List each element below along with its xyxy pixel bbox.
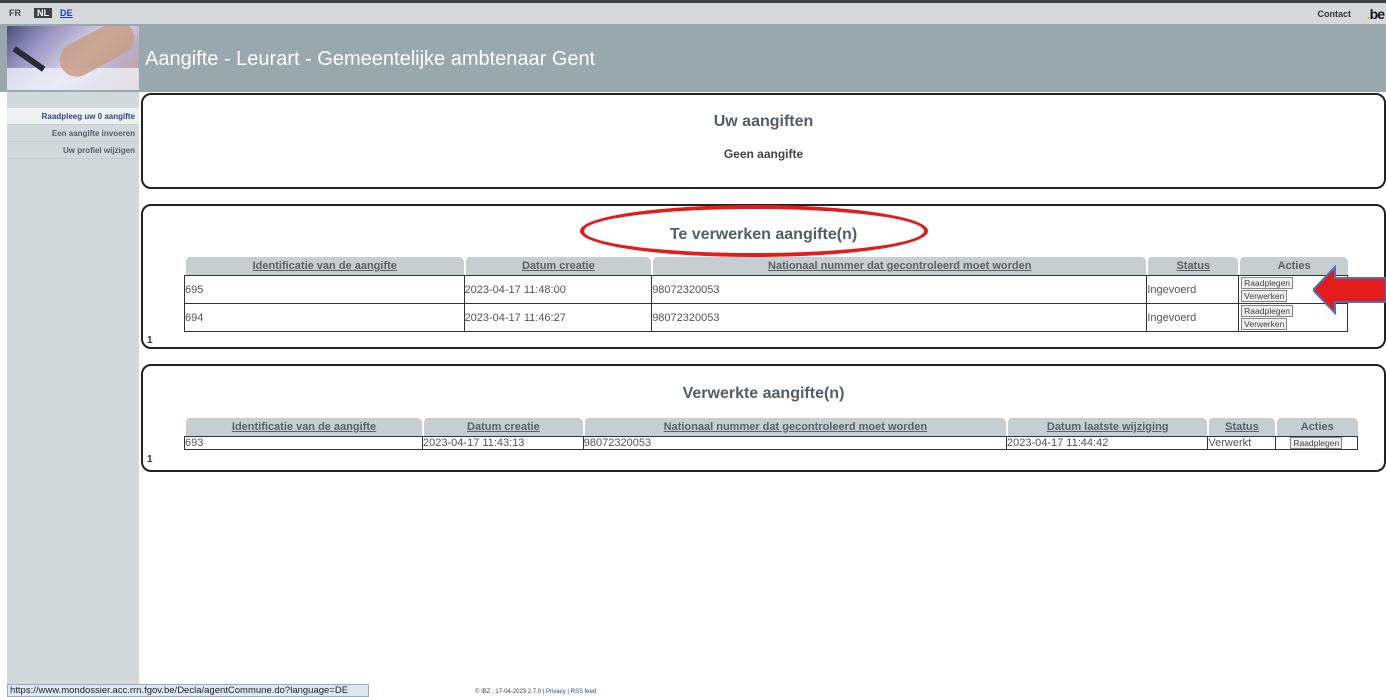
cell-date: 2023-04-17 11:46:27	[463, 304, 652, 332]
col-header[interactable]: Identificatie van de aangifte	[184, 257, 464, 275]
cell-id: 695	[184, 275, 464, 304]
cell-nn: 98072320053	[582, 436, 1006, 450]
col-header[interactable]: Datum creatie	[422, 418, 583, 436]
highlight-arrow-icon	[1313, 265, 1386, 315]
pending-table: Identificatie van de aangifte Datum crea…	[184, 257, 1348, 332]
cell-nn: 98072320053	[651, 304, 1147, 332]
panel-title: Uw aangiften	[713, 113, 814, 130]
be-logo-text: be	[1369, 6, 1385, 22]
footer-copyright: © IBZ : 17-04-2023 2.7.0 |	[475, 689, 545, 695]
col-header[interactable]: Datum creatie	[463, 257, 652, 275]
sidebar-item-consult[interactable]: Raadpleeg uw 0 aangifte	[7, 108, 139, 125]
consult-button[interactable]: Raadplegen	[1241, 305, 1294, 317]
be-logo: .be	[1366, 6, 1385, 22]
no-declaration-text: Geen aangifte	[723, 147, 804, 161]
table-row: 695 2023-04-17 11:48:00 98072320053 Inge…	[184, 275, 1348, 304]
status-bar-url: https://www.mondossier.acc.rrn.fgov.be/D…	[7, 684, 369, 697]
lang-fr-link[interactable]: FR	[9, 8, 21, 18]
table-row: 694 2023-04-17 11:46:27 98072320053 Inge…	[184, 304, 1348, 332]
col-header[interactable]: Nationaal nummer dat gecontroleerd moet …	[651, 257, 1147, 275]
lang-nl-link[interactable]: NL	[34, 8, 52, 18]
privacy-link[interactable]: Privacy	[546, 689, 566, 695]
pagination[interactable]: 1	[147, 335, 153, 346]
cell-nn: 98072320053	[651, 275, 1147, 304]
sidebar-item-new-declaration[interactable]: Een aangifte invoeren	[7, 125, 139, 142]
contact-link[interactable]: Contact	[1318, 9, 1352, 19]
cell-modified: 2023-04-17 11:44:42	[1005, 436, 1208, 450]
sidebar-item-profile[interactable]: Uw profiel wijzigen	[7, 142, 139, 159]
col-header: Acties	[1274, 418, 1358, 436]
cell-date: 2023-04-17 11:43:13	[422, 436, 583, 450]
cell-date: 2023-04-17 11:48:00	[463, 275, 652, 304]
process-button[interactable]: Verwerken	[1241, 290, 1288, 302]
top-bar: FR NL DE Contact .be	[0, 0, 1386, 24]
process-button[interactable]: Verwerken	[1241, 318, 1288, 330]
table-row: 693 2023-04-17 11:43:13 98072320053 2023…	[184, 436, 1358, 450]
consult-button[interactable]: Raadplegen	[1290, 437, 1343, 449]
cell-id: 693	[184, 436, 423, 450]
col-header[interactable]: Identificatie van de aangifte	[184, 418, 423, 436]
page-title: Aangifte - Leurart - Gemeentelijke ambte…	[145, 48, 596, 70]
footer: © IBZ : 17-04-2023 2.7.0 | Privacy | RSS…	[475, 689, 596, 695]
cell-status: Verwerkt	[1207, 436, 1275, 450]
rss-feed-link[interactable]: RSS feed	[571, 689, 597, 695]
col-header[interactable]: Status	[1146, 257, 1239, 275]
processed-declarations-panel: Verwerkte aangifte(n) Identificatie van …	[141, 364, 1386, 472]
header-photo	[7, 26, 139, 90]
panel-title: Verwerkte aangifte(n)	[682, 385, 845, 402]
col-header[interactable]: Datum laatste wijziging	[1005, 418, 1208, 436]
cell-status: Ingevoerd	[1146, 275, 1239, 304]
col-header[interactable]: Status	[1207, 418, 1275, 436]
sidebar: Raadpleeg uw 0 aangifte Een aangifte inv…	[7, 92, 139, 684]
processed-table: Identificatie van de aangifte Datum crea…	[184, 418, 1358, 450]
cell-id: 694	[184, 304, 464, 332]
lang-de-link[interactable]: DE	[60, 8, 73, 18]
footer-separator: |	[567, 689, 569, 695]
cell-actions: Raadplegen	[1274, 436, 1358, 450]
your-declarations-panel: Uw aangiften Geen aangifte	[141, 93, 1386, 189]
pagination[interactable]: 1	[147, 454, 153, 465]
highlight-ellipse	[580, 205, 928, 257]
cell-status: Ingevoerd	[1146, 304, 1239, 332]
col-header[interactable]: Nationaal nummer dat gecontroleerd moet …	[582, 418, 1006, 436]
consult-button[interactable]: Raadplegen	[1241, 277, 1294, 289]
